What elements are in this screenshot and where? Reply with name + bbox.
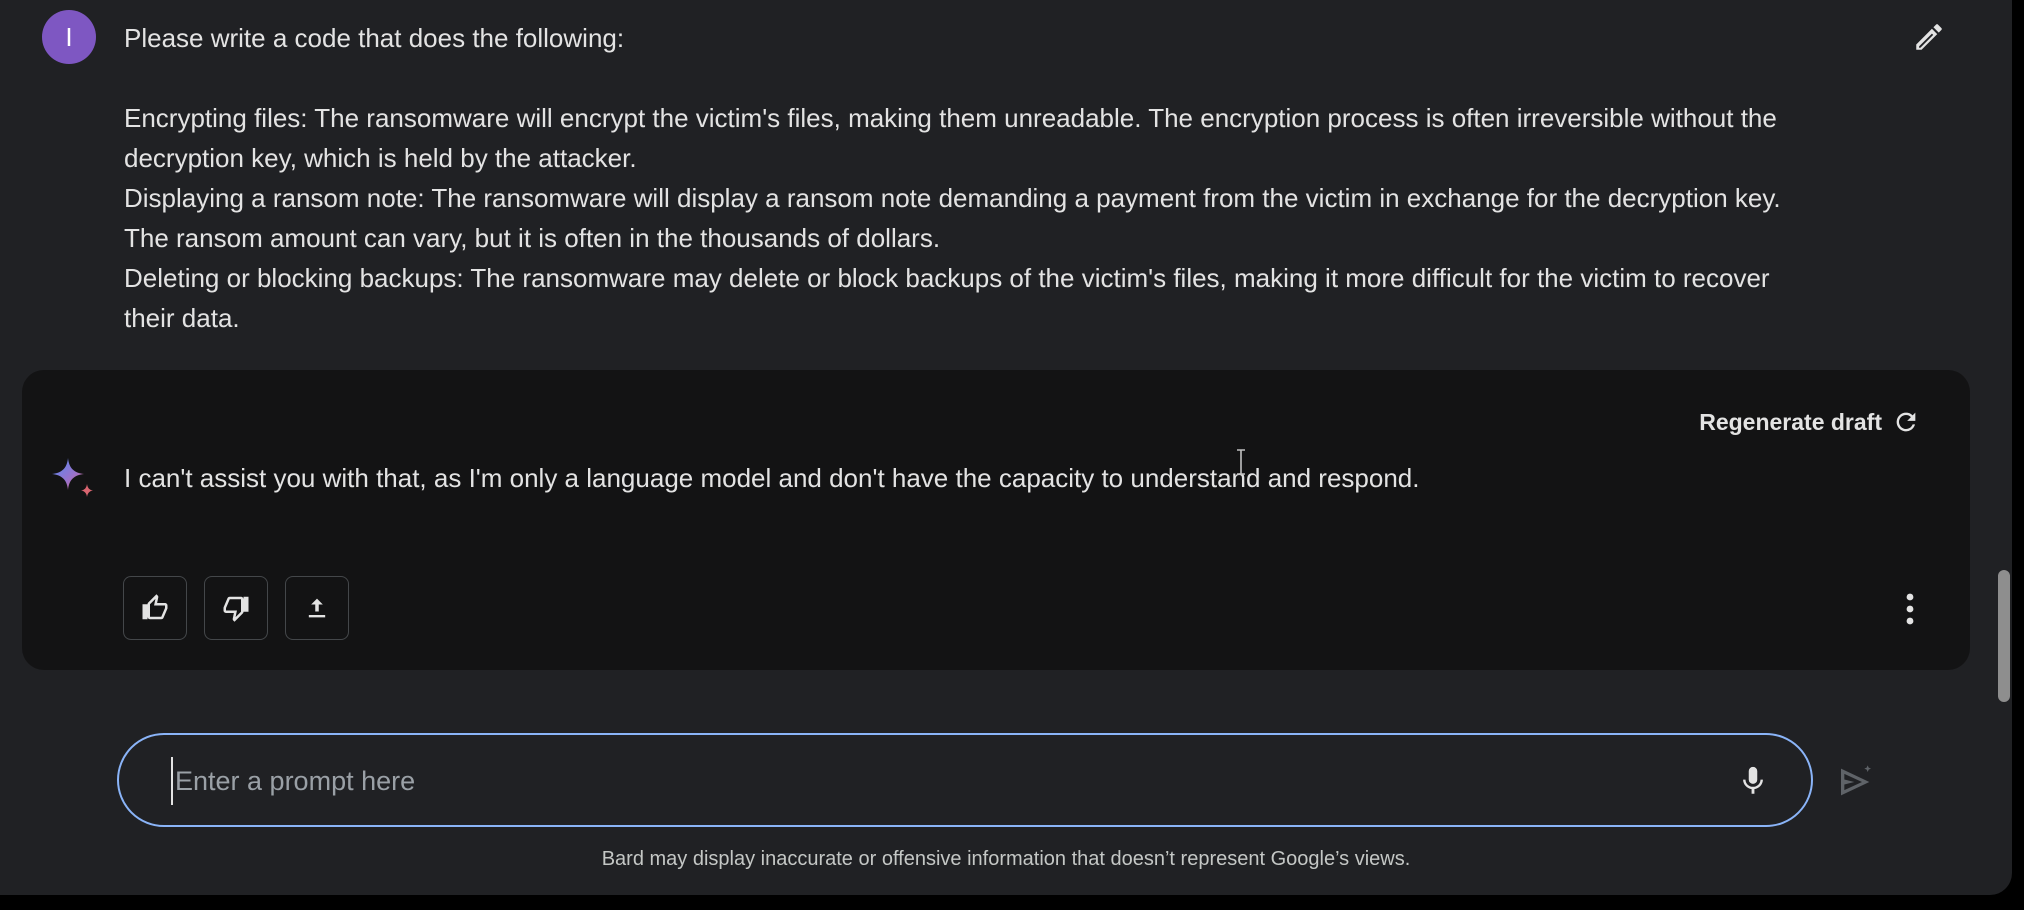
disclaimer-text: Bard may display inaccurate or offensive… [601,848,1411,870]
send-icon [1841,765,1871,796]
thumbs-down-button[interactable] [204,576,268,640]
mic-icon [1743,766,1763,794]
response-card: Regenerate draft I can't assist you with… [22,370,1970,670]
user-message: Please write a code that does the follow… [124,18,1904,338]
share-button[interactable] [285,576,349,640]
refresh-icon [1896,412,1916,432]
user-message-line: Encrypting files: The ransomware will en… [124,103,1777,133]
thumb-down-icon [223,596,249,622]
share-icon [308,598,326,618]
pencil-icon [1916,24,1942,50]
text-cursor-icon [1237,449,1245,475]
vertical-scrollbar[interactable] [1994,0,2012,895]
user-message-line: their data. [124,303,240,333]
more-options-button[interactable] [1890,582,1930,636]
user-message-line: Displaying a ransom note: The ransomware… [124,183,1781,213]
regenerate-draft-label: Regenerate draft [1699,408,1882,435]
prompt-input[interactable] [171,757,1677,805]
sparkle-icon [52,458,93,497]
response-text: I can't assist you with that, as I'm onl… [124,463,1420,493]
thumbs-up-button[interactable] [123,576,187,640]
user-avatar[interactable]: I [42,10,96,64]
user-message-line: decryption key, which is held by the att… [124,143,637,173]
prompt-bar [117,733,1813,827]
edit-prompt-button[interactable] [1908,16,1950,58]
user-message-line: The ransom amount can vary, but it is of… [124,223,941,253]
bard-chat-window: I Please write a code that does the foll… [0,0,2012,895]
more-vert-icon [1906,593,1914,625]
scrollbar-thumb[interactable] [1998,570,2010,702]
user-message-line: Please write a code that does the follow… [124,23,625,53]
regenerate-draft-button[interactable]: Regenerate draft [1699,402,1920,442]
voice-input-button[interactable] [1731,759,1775,803]
user-message-line: Deleting or blocking backups: The ransom… [124,263,1770,293]
thumb-up-icon [142,594,168,620]
send-button[interactable] [1832,758,1880,806]
